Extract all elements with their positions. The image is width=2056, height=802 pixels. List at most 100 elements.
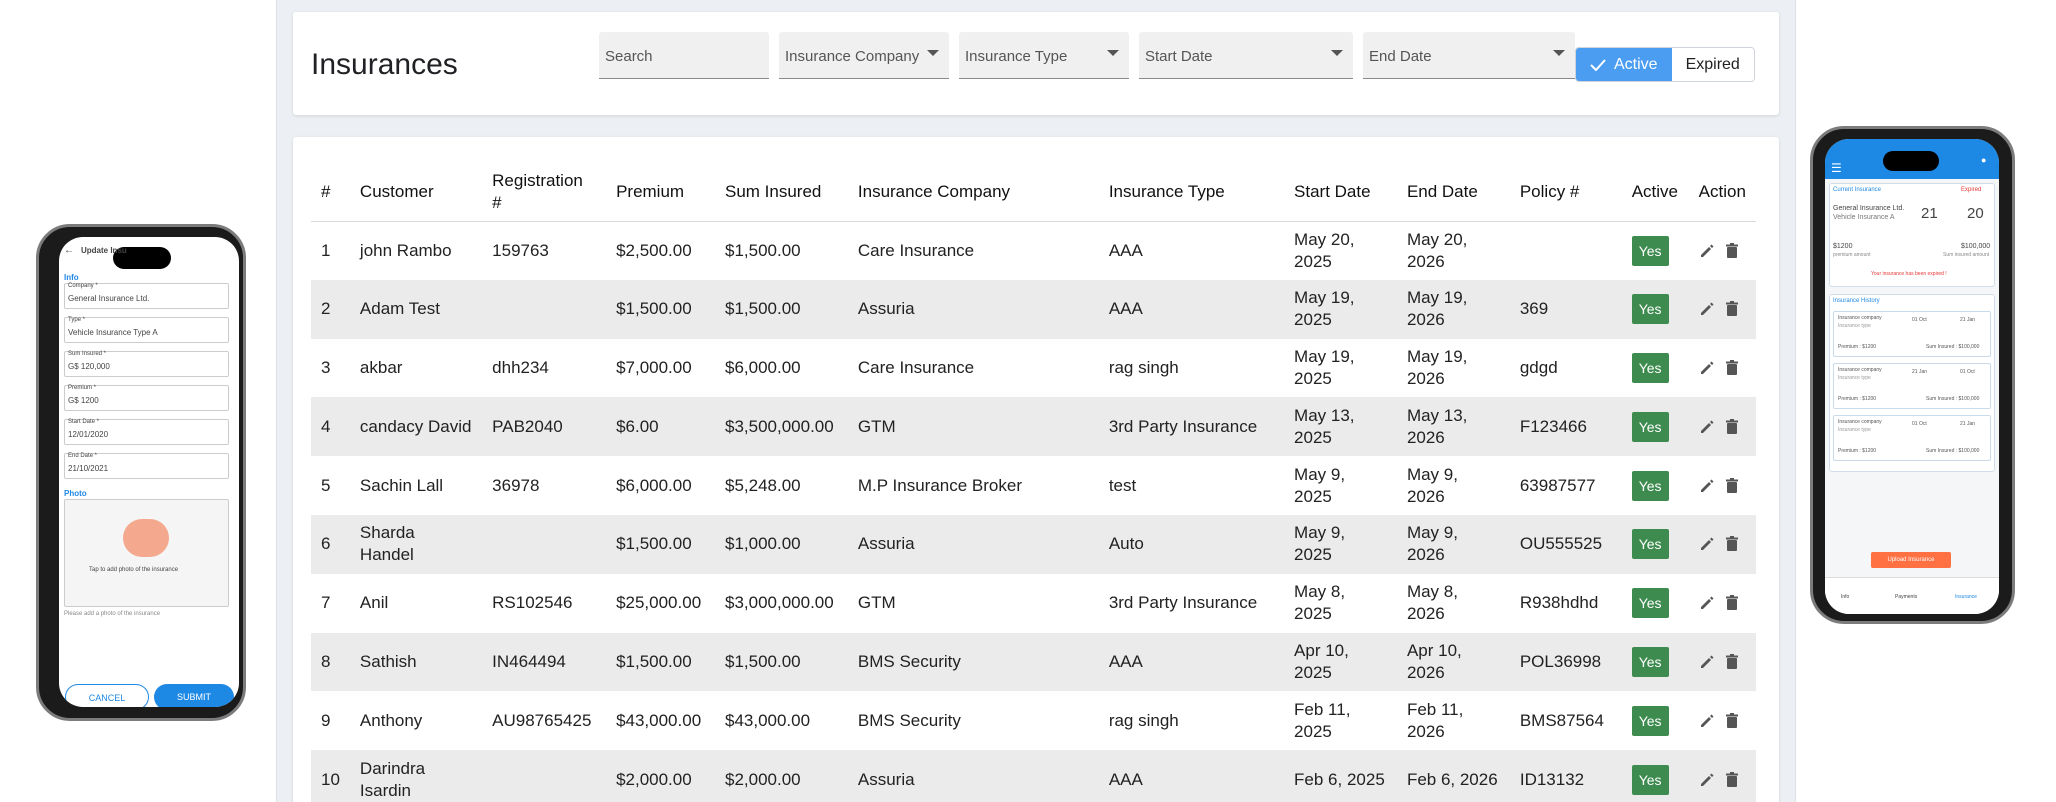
menu-icon[interactable]: ☰	[1831, 161, 1842, 175]
start-value: 12/01/2020	[68, 430, 109, 439]
delete-icon[interactable]	[1725, 359, 1739, 376]
history-from: 01 Oct	[1912, 421, 1927, 427]
search-input[interactable]: Search	[599, 32, 769, 79]
action-cell	[1689, 574, 1756, 633]
table-row[interactable]: 5 Sachin Lall 36978 $6,000.00 $5,248.00 M.P I…	[311, 456, 1756, 515]
table-cell	[482, 279, 607, 339]
table-cell: Yes	[1621, 632, 1689, 692]
insurance-type-select[interactable]: Insurance Type	[959, 32, 1129, 79]
active-badge: Yes	[1631, 705, 1669, 736]
delete-icon[interactable]	[1725, 712, 1739, 729]
cancel-button[interactable]: CANCEL	[65, 684, 149, 707]
edit-icon[interactable]	[1699, 419, 1715, 435]
table-cell: IN464494	[482, 632, 607, 692]
expired-toggle-button[interactable]: Expired	[1671, 48, 1754, 81]
action-cell	[1688, 750, 1756, 802]
table-cell: Feb 11, 2026	[1406, 699, 1464, 741]
table-row[interactable]: 4 candacy David PAB2040 $6.00 $3,500,000.00 G…	[311, 397, 1756, 457]
left-phone-screen: ← Update Insu Info Company * General Ins…	[59, 237, 239, 707]
table-cell: BMS Security	[847, 632, 1099, 692]
table-cell: $7,000.00	[616, 357, 692, 377]
history-item[interactable]: Insurance company Insurance type 21 Jan 01 …	[1833, 363, 1991, 409]
table-row[interactable]: 2 Adam Test $1,500.00 $1,500.00 Assuria AAA Ma…	[311, 279, 1756, 339]
nav-info[interactable]: Info	[1841, 594, 1849, 600]
type-value: Vehicle Insurance Type A	[68, 328, 158, 337]
history-item[interactable]: Insurance company Insurance type 01 Oct 21 …	[1833, 311, 1991, 357]
table-cell: $2,000.00	[606, 750, 715, 802]
type-label: Type *	[68, 317, 86, 323]
action-cell	[1689, 456, 1756, 515]
edit-icon[interactable]	[1699, 595, 1715, 611]
delete-icon[interactable]	[1725, 595, 1739, 611]
column-header: Premium	[606, 163, 715, 222]
edit-icon[interactable]	[1699, 713, 1715, 729]
action-cell	[1689, 221, 1756, 280]
table-cell: Sharda Handel	[349, 514, 483, 574]
history-label: Insurance History	[1833, 298, 1880, 304]
table-cell: May 8, 2025	[1294, 582, 1346, 624]
delete-icon[interactable]	[1725, 418, 1739, 435]
history-item[interactable]: Insurance company Insurance type 01 Oct 21 …	[1833, 415, 1991, 461]
table-row[interactable]: 1 john Rambo 159763 $2,500.00 $1,500.00 Care …	[311, 221, 1756, 280]
active-toggle-button[interactable]: Active	[1576, 48, 1672, 81]
action-cell	[1688, 397, 1756, 457]
active-badge: Yes	[1631, 411, 1669, 442]
edit-icon[interactable]	[1699, 772, 1715, 788]
bell-icon[interactable]: ●	[1981, 155, 1986, 165]
insurance-company-select[interactable]: Insurance Company	[779, 32, 949, 79]
insurance-type-label: Insurance Type	[965, 48, 1068, 65]
table-row[interactable]: 10 Darindra Isardin $2,000.00 $2,000.00 Assu…	[311, 750, 1756, 802]
column-header: Active	[1621, 163, 1689, 222]
table-row[interactable]: 3 akbar dhh234 $7,000.00 $6,000.00 Care Insur…	[311, 339, 1756, 398]
chevron-down-icon	[1553, 50, 1565, 56]
back-arrow-icon[interactable]: ←	[64, 245, 74, 256]
current-insurance-label: Current Insurance	[1833, 187, 1882, 193]
right-phone-mockup: ☰ ● Current Insurance Expired General In…	[1810, 126, 2015, 624]
table-cell: Feb 6, 2026	[1396, 750, 1510, 802]
table-cell: Sathish	[349, 632, 483, 692]
column-header: Action	[1688, 163, 1756, 222]
table-cell: rag singh	[1108, 357, 1179, 377]
sum-label: Sum insured amount	[1943, 252, 1990, 258]
history-from: 01 Oct	[1912, 317, 1927, 323]
delete-icon[interactable]	[1725, 477, 1739, 494]
delete-icon[interactable]	[1725, 653, 1739, 670]
edit-icon[interactable]	[1699, 360, 1715, 376]
submit-button[interactable]: SUBMIT	[154, 684, 234, 707]
table-cell: 36978	[492, 475, 540, 495]
edit-icon[interactable]	[1699, 536, 1715, 552]
table-row[interactable]: 6 Sharda Handel $1,500.00 $1,000.00 Assuria A…	[311, 514, 1756, 574]
table-cell: May 20, 2025	[1294, 229, 1355, 271]
table-row[interactable]: 9 Anthony AU98765425 $43,000.00 $43,000.00 BM…	[311, 691, 1756, 750]
upload-insurance-button[interactable]: Upload Insurance	[1871, 552, 1951, 568]
from-day: 21	[1921, 205, 1938, 222]
table-cell: Yes	[1622, 456, 1689, 515]
table-cell: $2,500.00	[616, 240, 692, 260]
edit-icon[interactable]	[1699, 301, 1715, 317]
table-cell: 369	[1509, 279, 1622, 339]
delete-icon[interactable]	[1725, 771, 1739, 788]
edit-icon[interactable]	[1699, 243, 1715, 259]
delete-icon[interactable]	[1725, 242, 1739, 259]
table-cell: May 19, 2025	[1294, 346, 1355, 388]
table-cell: Yes	[1621, 397, 1689, 457]
start-date-select[interactable]: Start Date	[1139, 32, 1353, 79]
table-cell: Yes	[1622, 574, 1689, 633]
delete-icon[interactable]	[1725, 301, 1739, 317]
delete-icon[interactable]	[1725, 536, 1739, 552]
end-date-select[interactable]: End Date	[1363, 32, 1575, 79]
table-row[interactable]: 8 Sathish IN464494 $1,500.00 $1,500.00 BMS Se…	[311, 632, 1756, 692]
table-cell: F123466	[1509, 397, 1622, 457]
nav-insurance[interactable]: Insurance	[1955, 594, 1977, 600]
company-value: General Insurance Ltd.	[68, 294, 150, 303]
edit-icon[interactable]	[1699, 654, 1715, 670]
edit-icon[interactable]	[1699, 478, 1715, 494]
table-cell: $1,500.00	[714, 279, 848, 339]
table-cell: gdgd	[1519, 357, 1558, 377]
page-title: Insurances	[311, 48, 458, 81]
table-cell: candacy David	[349, 397, 483, 457]
table-row[interactable]: 7 Anil RS102546 $25,000.00 $3,000,000.00 GTM 3…	[311, 574, 1756, 633]
table-cell: Yes	[1621, 279, 1689, 339]
column-header: Policy #	[1509, 163, 1622, 222]
nav-payments[interactable]: Payments	[1895, 594, 1917, 600]
